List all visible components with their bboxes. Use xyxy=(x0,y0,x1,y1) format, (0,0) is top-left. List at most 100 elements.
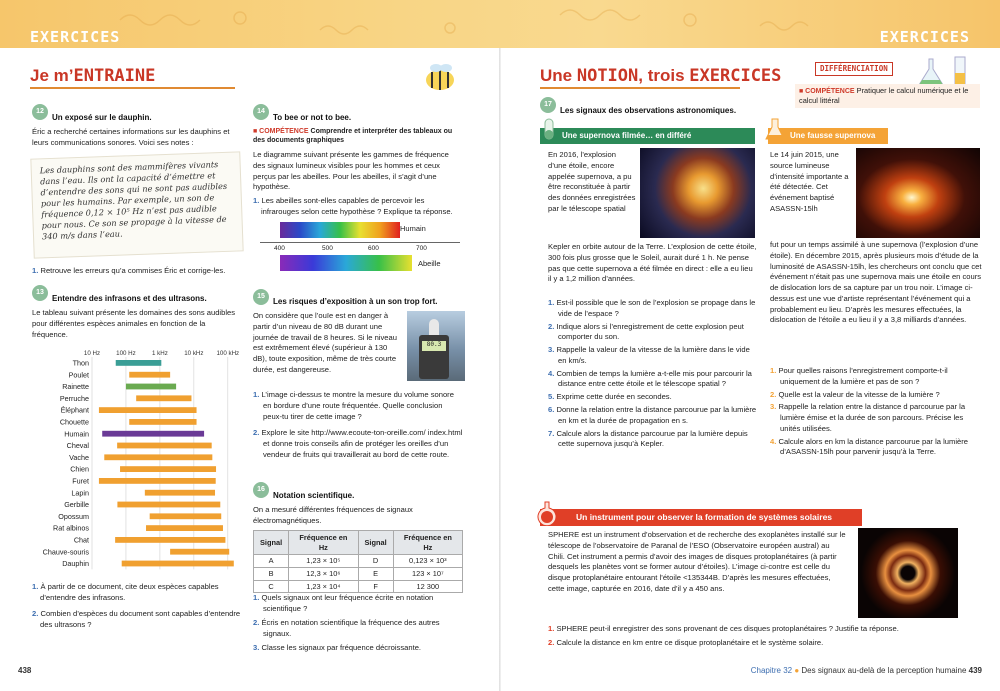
category-label: Lapin xyxy=(71,488,89,497)
table-header: Fréquence en Hz xyxy=(392,529,464,556)
range-bar xyxy=(149,513,222,520)
header-left-title: EXERCICES xyxy=(30,28,121,46)
signal-table: Signal Fréquence en Hz Signal Fréquence … xyxy=(252,529,464,594)
question-13-2: 2. Combien d’espèces du document sont ca… xyxy=(32,609,241,629)
table-cell: D xyxy=(357,554,394,568)
bee-label: Abeille xyxy=(418,259,441,268)
category-label: Chat xyxy=(74,535,89,544)
fake-supernova-text-2: fut pour un temps assimilé à une superno… xyxy=(770,240,982,325)
question-item: 3. Rappelle la valeur de la vitesse de l… xyxy=(548,345,750,365)
x-tick-label: 100 Hz xyxy=(116,350,136,357)
exercise-badge-13: 13 xyxy=(32,285,48,301)
exercise-badge-16: 16 xyxy=(253,482,269,498)
right-section-title: Une NOTION, trois EXERCICES xyxy=(540,66,782,86)
x-tick-label: 10 kHz xyxy=(184,350,203,357)
test-tube-svg xyxy=(544,118,554,140)
right-footer: Chapitre 32 ● Des signaux au-delà de la … xyxy=(751,666,982,676)
tick-600: 600 xyxy=(368,245,379,252)
table-cell: A xyxy=(252,554,290,568)
question-16-1: 1. Quels signaux ont leur fréquence écri… xyxy=(253,593,434,613)
exercise-intro-16: On a mesuré différentes fréquences de si… xyxy=(253,505,413,525)
exercise-badge-15: 15 xyxy=(253,289,269,305)
range-bar xyxy=(117,501,221,508)
footer-chapter: Chapitre 32 xyxy=(750,666,793,675)
table-row: A 1,23 × 10⁵ D 0,123 × 10³ xyxy=(252,554,464,568)
tick-700: 700 xyxy=(416,245,427,252)
question-item: 6. Donne la relation entre la distance p… xyxy=(548,405,757,425)
page-number-left: 438 xyxy=(18,666,32,675)
competence-right: ■ COMPÉTENCE Pratiquer le calcul numériq… xyxy=(795,84,980,108)
exercise-intro-13: Le tableau suivant présente les domaines… xyxy=(32,308,236,339)
table-cell: C xyxy=(252,579,290,594)
black-hole-image xyxy=(856,148,980,238)
sound-meter-mic xyxy=(429,319,439,335)
x-tick-label: 1 kHz xyxy=(152,350,168,357)
range-bar xyxy=(129,419,197,425)
exercise-title-17: Les signaux des observations astronomiqu… xyxy=(560,106,737,115)
question-item: 1. Pour quelles raisons l’enregistrement… xyxy=(770,366,948,386)
exercise-intro-14: Le diagramme suivant présente les gammes… xyxy=(253,150,449,192)
question-item: 2. Calcule la distance en km entre ce di… xyxy=(548,637,824,647)
table-row: C 1,23 × 10⁴ F 12 300 xyxy=(252,579,464,594)
range-bar xyxy=(146,525,223,531)
category-label: Opossum xyxy=(58,512,89,521)
range-bar xyxy=(98,478,216,484)
human-spectrum xyxy=(280,222,400,238)
instrument-questions: 1. SPHERE peut-il enregistrer des sons p… xyxy=(548,624,980,649)
title-underline xyxy=(30,87,235,89)
table-cell: 12 300 xyxy=(392,579,464,594)
question-12-1: 1. Retrouve les erreurs qu’a commises Ér… xyxy=(32,266,226,275)
test-tube-icon xyxy=(538,118,560,142)
question-16-2: 2. Écris en notation scientifique la fré… xyxy=(253,618,440,638)
bee-spectrum xyxy=(280,255,412,271)
range-bar xyxy=(117,442,212,449)
instrument-header: Un instrument pour observer la formation… xyxy=(540,509,862,527)
protoplanetary-disk-image xyxy=(858,528,958,618)
question-13-1: 1. À partir de ce document, cite deux es… xyxy=(32,582,219,602)
table-header: Signal xyxy=(357,529,394,556)
hearing-chart-svg: 10 Hz 100 Hz 1 kHz 10 kHz 100 kHz Thon Poulet R… xyxy=(43,350,239,570)
x-tick-label: 100 kHz xyxy=(216,350,239,357)
table-cell: 0,123 × 10³ xyxy=(392,554,464,568)
exercise-badge-17: 17 xyxy=(540,97,556,113)
supernova-filmed-text-1: En 2016, l’explosion d’une étoile, encor… xyxy=(548,150,636,213)
question-15-1: 1. L’image ci-dessus te montre la mesure… xyxy=(253,390,454,421)
question-item: 2. Indique alors si l’enregistrement de … xyxy=(548,321,744,342)
fake-supernova-text-1: Le 14 juin 2015, une source lumineuse d’… xyxy=(770,150,849,213)
table-cell: B xyxy=(252,566,290,581)
table-cell: F xyxy=(357,579,394,594)
header-decoration xyxy=(119,9,809,35)
table-cell: 1,23 × 10⁴ xyxy=(288,579,359,594)
round-flask-icon xyxy=(537,501,557,526)
supernova-image xyxy=(640,148,755,238)
hearing-chart: 10 Hz 100 Hz 1 kHz 10 kHz 100 kHz Thon Poulet R… xyxy=(32,347,242,572)
table-header: Fréquence en Hz xyxy=(288,529,359,556)
category-label: Vache xyxy=(69,453,89,462)
range-bar xyxy=(136,395,192,402)
footer-bullet: ● xyxy=(794,666,800,675)
category-label: Humain xyxy=(64,429,89,438)
category-label: Poulet xyxy=(69,370,89,379)
range-bar xyxy=(104,454,213,461)
human-label: Humain xyxy=(400,224,426,233)
table-cell: 12,3 × 10⁶ xyxy=(288,566,359,581)
range-bar xyxy=(129,371,171,378)
category-label: Perruche xyxy=(60,394,89,403)
table-cell: 123 × 10⁷ xyxy=(392,566,464,581)
range-bar xyxy=(121,560,234,567)
exercise-intro-12: Éric a recherché certaines informations … xyxy=(32,127,230,147)
competence-14: ■ COMPÉTENCE Comprendre et interpréter d… xyxy=(253,128,453,145)
exercise-title-16: Notation scientifique. xyxy=(273,491,355,500)
supernova-filmed-questions: 1. Est-il possible que le son de l’explo… xyxy=(548,298,760,450)
range-bar xyxy=(170,548,230,555)
range-bar xyxy=(115,537,226,543)
tick-400: 400 xyxy=(274,245,285,252)
question-item: 1. SPHERE peut-il enregistrer des sons p… xyxy=(548,624,899,633)
fake-supernova-header: Une fausse supernova xyxy=(768,128,888,145)
bee-icon xyxy=(426,64,454,90)
category-label: Thon xyxy=(73,358,89,367)
range-bar xyxy=(102,430,205,437)
exercise-title-15: Les risques d’exposition à un son trop f… xyxy=(273,297,438,306)
exercise-title-12: Un exposé sur le dauphin. xyxy=(52,113,152,122)
table-header-row: Signal Fréquence en Hz Signal Fréquence … xyxy=(252,529,464,556)
